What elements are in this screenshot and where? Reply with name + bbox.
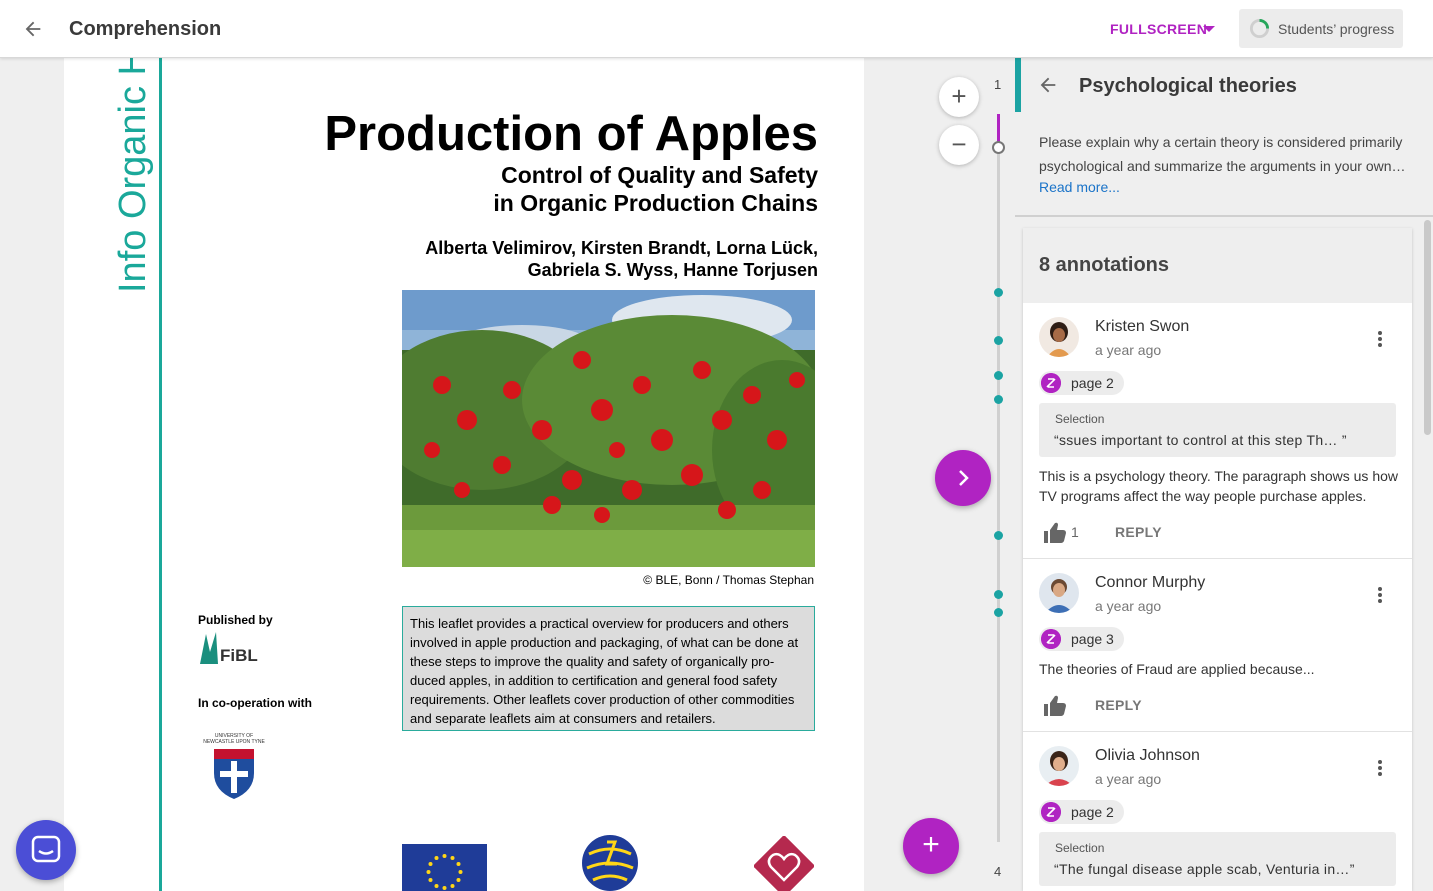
selection-label: Selection — [1055, 841, 1105, 855]
chat-support-button[interactable] — [16, 820, 76, 880]
thumbs-up-icon[interactable] — [1043, 522, 1067, 544]
author-name[interactable]: Kristen Swon — [1095, 318, 1189, 336]
annotation-chip-icon — [1041, 373, 1061, 393]
annotation-body: This is a psychology theory. The paragra… — [1039, 468, 1399, 504]
minus-icon: − — [951, 129, 967, 159]
annotation-marker[interactable] — [994, 371, 1003, 380]
annotation-item[interactable]: Olivia Johnson a year ago page 2 Selecti… — [1023, 732, 1412, 891]
side-title: Info Organic H — [112, 58, 154, 293]
page-chip[interactable]: page 2 — [1039, 371, 1124, 395]
annotation-marker[interactable] — [994, 531, 1003, 540]
avatar[interactable] — [1039, 573, 1079, 613]
document-subtitle: Control of Quality and Safety in Organic… — [493, 162, 818, 216]
progress-ring-icon — [1249, 18, 1270, 39]
page-chip[interactable]: page 2 — [1039, 800, 1124, 824]
fibl-logo: FiBL — [200, 632, 258, 665]
thumbs-up-icon[interactable] — [1043, 695, 1067, 717]
selection-text: “The fungal disease apple scab, Venturia… — [1054, 861, 1355, 877]
chevron-right-icon — [959, 470, 969, 486]
avatar[interactable] — [1039, 317, 1079, 357]
page-scroll-track[interactable] — [997, 114, 1000, 842]
newcastle-university-logo: UNIVERSITY OF NEWCASTLE UPON TYNE — [203, 733, 265, 799]
reply-button[interactable]: REPLY — [1095, 697, 1142, 713]
kebab-menu-icon[interactable] — [1375, 759, 1385, 779]
page-chip-label: page 2 — [1071, 804, 1114, 820]
selection-text: “ssues important to control at this step… — [1054, 432, 1347, 448]
kebab-menu-icon[interactable] — [1375, 586, 1385, 606]
fullscreen-button[interactable]: FULLSCREEN — [1110, 21, 1207, 37]
page-number-bottom: 4 — [994, 864, 1002, 879]
document-title: Production of Apples — [324, 107, 818, 161]
zoom-in-button[interactable]: + — [939, 77, 979, 117]
author-name[interactable]: Connor Murphy — [1095, 574, 1205, 592]
add-annotation-button[interactable]: + — [903, 818, 959, 874]
annotation-chip-icon — [1041, 629, 1061, 649]
next-page-button[interactable] — [935, 450, 991, 506]
page-scroll-handle[interactable] — [992, 141, 1005, 154]
annotation-marker[interactable] — [994, 336, 1003, 345]
apple-orchard-photo — [402, 290, 815, 567]
published-by-label: Published by — [198, 613, 273, 627]
read-more-link[interactable]: Read more... — [1039, 179, 1120, 195]
plus-icon: + — [922, 828, 940, 861]
theory-accent-bar — [1015, 58, 1021, 112]
page-chip-label: page 3 — [1071, 631, 1114, 647]
timestamp: a year ago — [1095, 598, 1162, 614]
annotations-list[interactable]: 8 annotations Kristen Swon a year ago pa… — [1023, 228, 1412, 891]
annotation-item[interactable]: Connor Murphy a year ago page 3 The theo… — [1023, 559, 1412, 732]
like-count: 1 — [1071, 524, 1079, 540]
annotation-chip-icon — [1041, 802, 1061, 822]
page-side-rule — [159, 58, 162, 891]
annotation-count: 8 annotations — [1039, 254, 1170, 276]
kebab-menu-icon[interactable] — [1375, 330, 1385, 350]
panel-scrollbar[interactable] — [1424, 220, 1431, 435]
annotation-marker[interactable] — [994, 608, 1003, 617]
selection-quote: Selection “The fungal disease apple scab… — [1039, 832, 1396, 886]
timestamp: a year ago — [1095, 342, 1162, 358]
author-name[interactable]: Olivia Johnson — [1095, 747, 1200, 765]
svg-text:FiBL: FiBL — [220, 646, 258, 665]
annotation-marker[interactable] — [994, 395, 1003, 404]
annotation-marker[interactable] — [994, 288, 1003, 297]
annotation-body: The theories of Fraud are applied becaus… — [1039, 661, 1315, 677]
page-chip[interactable]: page 3 — [1039, 627, 1124, 651]
theory-description: Please explain why a certain theory is c… — [1039, 134, 1406, 174]
page-title: Comprehension — [69, 18, 222, 40]
top-app-bar: Comprehension FULLSCREEN Students’ progr… — [0, 0, 1433, 58]
chat-icon — [31, 835, 61, 863]
eu-flag-logo — [402, 844, 487, 891]
avatar[interactable] — [1039, 746, 1079, 786]
selection-label: Selection — [1055, 412, 1105, 426]
timestamp: a year ago — [1095, 771, 1162, 787]
svg-text:NEWCASTLE UPON TYNE: NEWCASTLE UPON TYNE — [203, 739, 265, 745]
students-progress-button[interactable]: Students’ progress — [1239, 9, 1403, 48]
back-arrow-icon[interactable] — [1037, 74, 1059, 96]
plus-icon: + — [951, 81, 967, 111]
pdf-page[interactable]: Info Organic H Production of Apples Cont… — [64, 58, 864, 891]
partner-heart-logo — [754, 836, 814, 891]
selection-quote: Selection “ssues important to control at… — [1039, 403, 1396, 457]
summary-box: This leaflet provides a practical overvi… — [402, 606, 815, 731]
photo-credit: © BLE, Bonn / Thomas Stephan — [643, 573, 814, 587]
page-chip-label: page 2 — [1071, 375, 1114, 391]
cooperation-label: In co-operation with — [198, 696, 312, 710]
annotation-item[interactable]: Kristen Swon a year ago page 2 Selection… — [1023, 303, 1412, 559]
reply-button[interactable]: REPLY — [1115, 524, 1162, 540]
document-authors: Alberta Velimirov, Kirsten Brandt, Lorna… — [425, 238, 818, 280]
annotation-marker[interactable] — [994, 590, 1003, 599]
page-number-top: 1 — [994, 77, 1002, 92]
zoom-out-button[interactable]: − — [939, 125, 979, 165]
annotations-panel: Psychological theories Please explain wh… — [1015, 58, 1433, 891]
partner-globe-logo — [582, 835, 638, 891]
caret-down-icon[interactable] — [1203, 26, 1215, 32]
theory-title: Psychological theories — [1079, 75, 1297, 97]
document-viewer[interactable]: Info Organic H Production of Apples Cont… — [0, 58, 1015, 891]
annotations-header: 8 annotations — [1023, 228, 1412, 303]
theory-header: Psychological theories Please explain wh… — [1015, 58, 1433, 217]
back-arrow-icon[interactable] — [22, 18, 44, 40]
students-progress-label: Students’ progress — [1278, 21, 1395, 37]
